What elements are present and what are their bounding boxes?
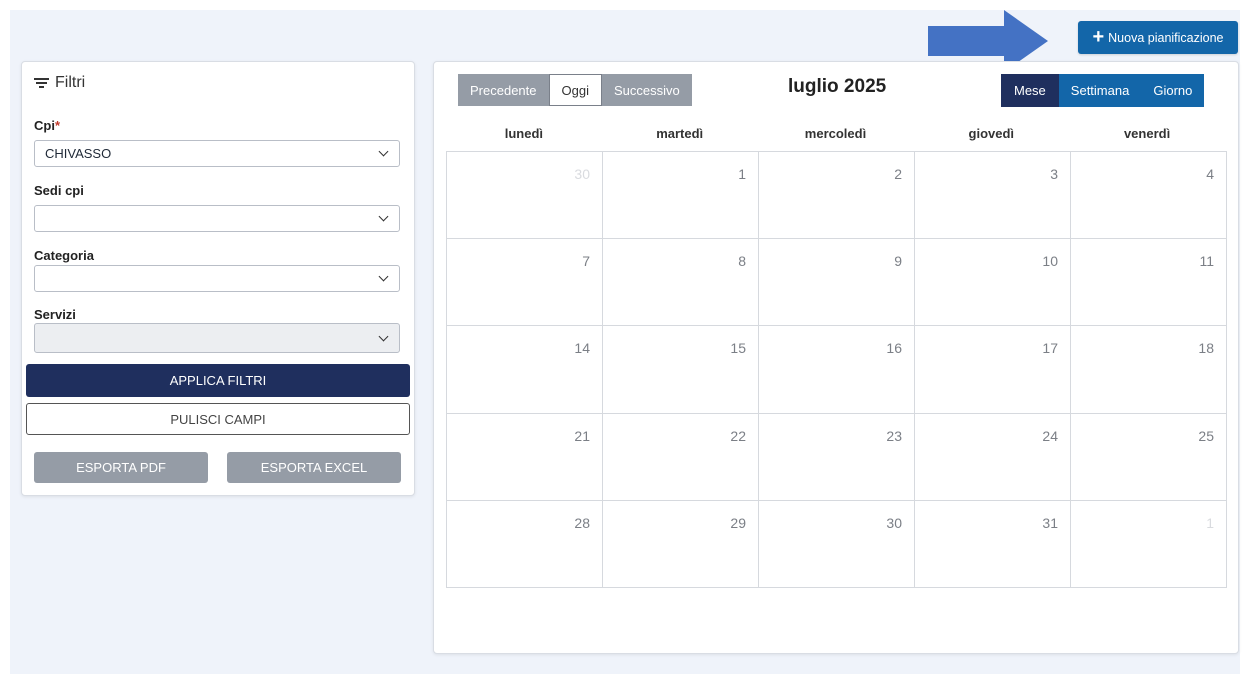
day-cell[interactable]: 29 — [603, 500, 759, 588]
today-button[interactable]: Oggi — [548, 74, 602, 106]
day-cell[interactable]: 4 — [1071, 152, 1227, 240]
day-cell[interactable]: 25 — [1071, 413, 1227, 501]
export-pdf-button[interactable]: ESPORTA PDF — [34, 452, 208, 483]
day-cell[interactable]: 22 — [603, 413, 759, 501]
day-cell[interactable]: 2 — [759, 152, 915, 240]
cpi-label: Cpi* — [34, 118, 61, 133]
month-grid: 30 1 2 3 4 7 8 9 10 11 14 15 16 17 18 21… — [446, 151, 1227, 588]
day-cell[interactable]: 28 — [447, 500, 603, 588]
export-excel-button[interactable]: ESPORTA EXCEL — [227, 452, 401, 483]
view-switcher: Mese Settimana Giorno — [1001, 74, 1205, 107]
plus-icon: + — [1092, 25, 1105, 48]
day-cell[interactable]: 30 — [759, 500, 915, 588]
filters-panel: Filtri Cpi* CHIVASSO Sedi cpi Categoria … — [21, 61, 415, 496]
view-day-button[interactable]: Giorno — [1141, 74, 1205, 107]
day-cell[interactable]: 14 — [447, 326, 603, 414]
chevron-down-icon — [378, 271, 389, 282]
day-cell[interactable]: 31 — [915, 500, 1071, 588]
weekday-header: lunedì — [504, 126, 544, 141]
next-button[interactable]: Successivo — [601, 74, 692, 106]
categoria-select[interactable] — [34, 265, 400, 292]
day-cell[interactable]: 16 — [759, 326, 915, 414]
calendar-panel: Precedente Oggi Successivo luglio 2025 M… — [433, 61, 1239, 654]
sedi-cpi-select[interactable] — [34, 205, 400, 232]
day-cell[interactable]: 8 — [603, 239, 759, 327]
day-cell[interactable]: 9 — [759, 239, 915, 327]
day-cell[interactable]: 17 — [915, 326, 1071, 414]
day-cell[interactable]: 24 — [915, 413, 1071, 501]
sedi-cpi-label: Sedi cpi — [34, 183, 84, 198]
view-week-button[interactable]: Settimana — [1058, 74, 1142, 107]
day-cell[interactable]: 1 — [1071, 500, 1227, 588]
new-planning-label: Nuova pianificazione — [1108, 30, 1224, 45]
day-cell[interactable]: 23 — [759, 413, 915, 501]
day-cell[interactable]: 3 — [915, 152, 1071, 240]
weekday-header: venerdì — [1123, 126, 1171, 141]
day-cell[interactable]: 11 — [1071, 239, 1227, 327]
previous-button[interactable]: Precedente — [458, 74, 549, 106]
categoria-label: Categoria — [34, 248, 94, 263]
cpi-select-value: CHIVASSO — [45, 146, 112, 161]
day-cell[interactable]: 1 — [603, 152, 759, 240]
weekday-header: martedì — [656, 126, 704, 141]
calendar-title: luglio 2025 — [788, 76, 887, 97]
cpi-select[interactable]: CHIVASSO — [34, 140, 400, 167]
required-mark: * — [54, 118, 61, 133]
apply-filters-button[interactable]: APPLICA FILTRI — [26, 364, 410, 397]
view-month-button[interactable]: Mese — [1001, 74, 1059, 107]
day-cell[interactable]: 18 — [1071, 326, 1227, 414]
chevron-down-icon — [378, 211, 389, 222]
chevron-down-icon — [378, 146, 389, 157]
day-cell[interactable]: 30 — [447, 152, 603, 240]
weekday-header: giovedì — [968, 126, 1015, 141]
calendar-nav-group: Precedente Oggi Successivo — [458, 74, 692, 106]
weekday-header: mercoledì — [804, 126, 867, 141]
filter-icon — [34, 77, 49, 89]
filters-header: Filtri — [34, 74, 85, 92]
weekday-header-row: lunedì martedì mercoledì giovedì venerdì — [446, 126, 1225, 141]
chevron-down-icon — [378, 331, 389, 342]
servizi-label: Servizi — [34, 307, 76, 322]
servizi-select[interactable] — [34, 323, 400, 353]
new-planning-button[interactable]: + Nuova pianificazione — [1078, 21, 1238, 54]
day-cell[interactable]: 21 — [447, 413, 603, 501]
filters-title: Filtri — [55, 74, 86, 91]
day-cell[interactable]: 15 — [603, 326, 759, 414]
clear-fields-button[interactable]: PULISCI CAMPI — [26, 403, 410, 435]
day-cell[interactable]: 10 — [915, 239, 1071, 327]
day-cell[interactable]: 7 — [447, 239, 603, 327]
